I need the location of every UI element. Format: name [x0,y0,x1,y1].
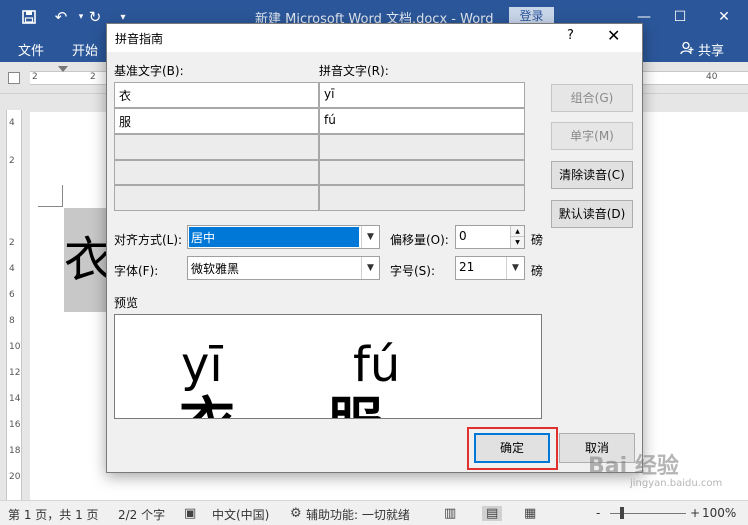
preview-box: yī fú 衣 服 [114,314,542,419]
indent-marker-icon[interactable] [58,66,68,72]
user-icon [680,41,694,59]
ok-button[interactable]: 确定 [474,433,550,463]
help-icon[interactable]: ? [567,28,574,43]
ruby-text-cell[interactable]: fú [320,109,524,133]
phonetic-guide-dialog: 拼音指南 ? ✕ 基准文字(B): 拼音文字(R): 衣 yī 服 fú 组合(… [106,23,643,473]
clear-reading-button[interactable]: 清除读音(C) [551,161,633,189]
chevron-down-icon[interactable]: ▼ [506,257,524,279]
tab-selector-icon[interactable] [8,72,20,84]
spin-up-icon[interactable]: ▲ [510,226,524,237]
accessibility-icon[interactable]: ⚙ [290,506,302,521]
base-text-cell [115,186,318,210]
maximize-icon[interactable]: ☐ [668,6,692,28]
size-select[interactable]: 21 ▼ [455,256,525,280]
tab-home[interactable]: 开始 [72,40,98,59]
selected-document-text[interactable]: 衣 [64,208,108,312]
margin-corner-mark [38,185,63,207]
watermark-url: jingyan.baidu.com [630,478,723,489]
watermark-logo: Bai 经验 [588,454,679,479]
group-button[interactable]: 组合(G) [551,84,633,112]
base-text-label: 基准文字(B): [114,64,184,78]
size-value: 21 [459,260,475,274]
chevron-down-icon[interactable]: ▼ [361,257,379,279]
status-bar: 第 1 页，共 1 页 2/2 个字 ▣ 中文(中国) ⚙ 辅助功能: 一切就绪… [0,500,748,525]
size-label: 字号(S): [390,264,436,278]
proofing-icon[interactable]: ▣ [184,506,196,521]
base-text-cell[interactable]: 衣 [115,83,318,107]
vertical-ruler[interactable]: 4 2 2 4 6 8 10 12 14 16 18 20 [6,110,22,500]
page-count[interactable]: 第 1 页，共 1 页 [8,506,99,523]
mono-button[interactable]: 单字(M) [551,122,633,150]
spin-down-icon[interactable]: ▼ [510,237,524,248]
watermark: Bai 经验 jingyan.baidu.com [588,448,738,498]
alignment-select[interactable]: 居中 ▼ [187,225,380,249]
redo-icon[interactable]: ↻ [82,0,108,34]
preview-pinyin: yī [181,337,223,393]
dialog-titlebar: 拼音指南 ? ✕ [107,24,642,52]
preview-label: 预览 [114,296,139,310]
ruby-text-cell [320,161,524,184]
ruby-text-cell [320,186,524,210]
ruby-text-label: 拼音文字(R): [319,64,389,78]
offset-stepper[interactable]: 0 ▲ ▼ [455,225,525,249]
alignment-value: 居中 [189,227,359,247]
close-icon[interactable]: ✕ [607,26,620,45]
zoom-in-button[interactable]: + [690,506,700,520]
preview-pinyin: fú [353,337,401,393]
size-unit: 磅 [531,264,544,278]
dialog-title: 拼音指南 [115,32,164,46]
offset-value: 0 [459,229,467,243]
preview-char: 衣 [179,397,235,419]
read-mode-icon[interactable]: ▥ [444,506,456,521]
web-layout-icon[interactable]: ▦ [524,506,536,521]
share-label: 共享 [697,44,724,59]
ruby-text-cell[interactable]: yī [320,83,524,107]
offset-label: 偏移量(O): [390,233,449,247]
zoom-out-button[interactable]: - [596,506,600,520]
base-text-cell[interactable]: 服 [115,109,318,133]
print-layout-icon[interactable]: ▤ [482,506,503,521]
tab-file[interactable]: 文件 [18,40,44,59]
zoom-slider-thumb[interactable] [620,507,624,519]
close-window-icon[interactable]: ✕ [712,6,736,28]
text-grid: 衣 yī 服 fú [114,82,525,211]
language-status[interactable]: 中文(中国) [212,506,269,523]
zoom-level[interactable]: 100% [702,506,736,520]
base-text-cell [115,161,318,184]
ruby-text-cell [320,135,524,159]
offset-unit: 磅 [531,233,544,247]
default-reading-button[interactable]: 默认读音(D) [551,200,633,228]
share-button[interactable]: 共享 [680,40,724,59]
preview-char: 服 [327,397,383,419]
base-text-cell [115,135,318,159]
font-value: 微软雅黑 [191,262,240,276]
font-select[interactable]: 微软雅黑 ▼ [187,256,380,280]
word-count[interactable]: 2/2 个字 [118,506,165,523]
alignment-label: 对齐方式(L): [114,233,183,247]
font-label: 字体(F): [114,264,159,278]
accessibility-status[interactable]: 辅助功能: 一切就绪 [306,506,410,523]
save-icon[interactable] [16,0,42,34]
chevron-down-icon[interactable]: ▼ [361,226,379,248]
